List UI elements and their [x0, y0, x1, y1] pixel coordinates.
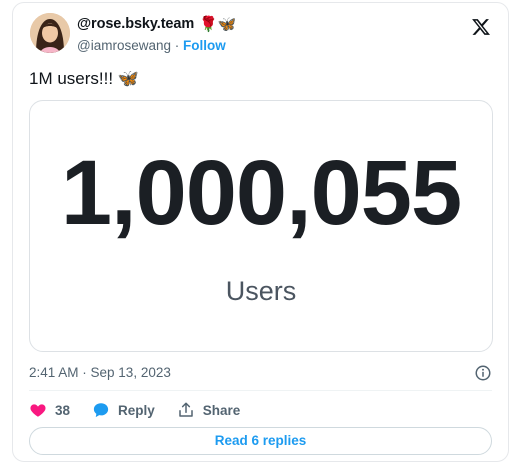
author-name-emojis: 🌹🦋 — [199, 16, 237, 33]
reply-bubble-icon — [93, 403, 109, 418]
author-handle[interactable]: @iamrosewang — [77, 38, 171, 53]
divider — [29, 390, 492, 391]
handle-separator: · — [171, 38, 183, 53]
action-bar: 38 Reply Share — [29, 399, 262, 421]
reply-button[interactable]: Reply — [92, 401, 155, 419]
tweet-card: @rose.bsky.team 🌹🦋 @iamrosewang · Follow… — [12, 2, 509, 462]
follow-link[interactable]: Follow — [183, 38, 226, 53]
author-handle-line: @iamrosewang · Follow — [77, 38, 226, 53]
heart-icon — [30, 404, 46, 417]
avatar[interactable] — [30, 13, 70, 53]
like-button[interactable]: 38 — [29, 401, 70, 419]
share-button[interactable]: Share — [177, 401, 241, 419]
share-label: Share — [202, 402, 241, 418]
user-count-label: Users — [225, 276, 297, 306]
author-display-name[interactable]: @rose.bsky.team — [77, 16, 194, 32]
avatar-image — [30, 13, 70, 53]
tweet-text: 1M users!!! 🦋 — [29, 69, 139, 88]
embedded-media[interactable]: 1,000,055 Users — [29, 100, 493, 352]
x-logo-icon[interactable] — [471, 17, 491, 37]
info-icon[interactable] — [474, 364, 492, 382]
user-count-number: 1,000,055 — [60, 142, 462, 244]
like-count: 38 — [55, 402, 71, 418]
reply-label: Reply — [118, 402, 155, 418]
read-replies-button[interactable]: Read 6 replies — [29, 427, 492, 455]
share-icon — [179, 402, 193, 417]
tweet-timestamp[interactable]: 2:41 AM · Sep 13, 2023 — [29, 365, 171, 380]
